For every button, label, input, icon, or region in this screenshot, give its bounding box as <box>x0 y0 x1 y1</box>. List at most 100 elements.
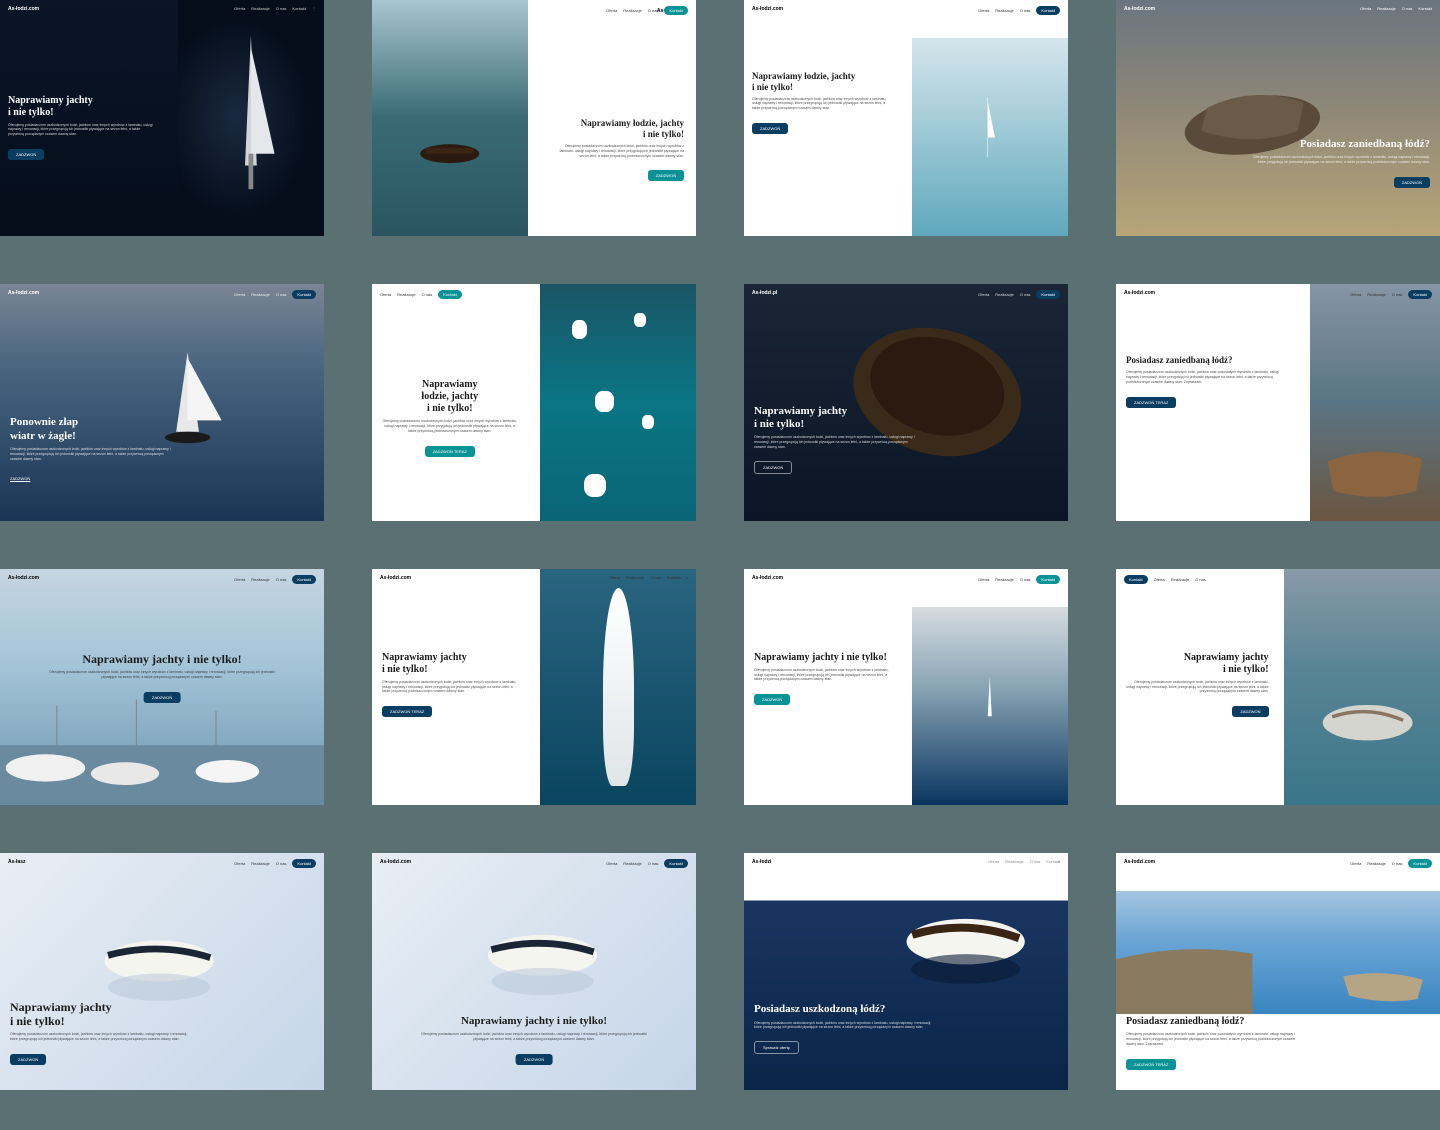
nav-link[interactable]: O nas <box>648 8 659 13</box>
cta-button[interactable]: ZADZWOŃ <box>648 170 684 181</box>
headline: Ponownie złap wiatr w żagle! <box>10 416 172 442</box>
nav-link[interactable]: O nas <box>1030 859 1041 864</box>
nav-link[interactable]: Realizacje <box>251 861 269 866</box>
cta-button[interactable]: ZADZWOŃ TERAZ <box>1126 397 1176 408</box>
nav-link[interactable]: Oferta <box>234 861 245 866</box>
cta-button[interactable]: ZADZWOŃ <box>754 461 792 474</box>
nav-link[interactable]: Realizacje <box>251 6 269 11</box>
nav-link[interactable]: Realizacje <box>397 292 415 297</box>
cta-button[interactable]: ZADZWOŃ <box>752 123 788 134</box>
nav-link[interactable]: Oferta <box>606 861 617 866</box>
logo: As-łodzi.com <box>1124 290 1155 296</box>
cta-nav-button[interactable]: Kontakt <box>292 575 316 584</box>
nav-link[interactable]: Oferta <box>234 292 245 297</box>
nav-link[interactable]: Realizacje <box>995 577 1013 582</box>
cta-button[interactable]: ZADZWOŃ <box>144 692 180 703</box>
mockup-card-7: As-łodzi.pl Oferta Realizacje O nas Kont… <box>744 284 1068 520</box>
body-text: Oferujemy posiadaczom uszkodzonych łodzi… <box>754 668 890 683</box>
nav-link[interactable]: O nas <box>276 292 287 297</box>
cta-button[interactable]: ZADZWOŃ <box>1232 706 1268 717</box>
nav-link[interactable]: Realizacje <box>251 577 269 582</box>
body-text: Oferujemy posiadaczom uszkodzonych łodzi… <box>382 680 518 695</box>
cta-button[interactable]: ZADZWOŃ <box>8 149 44 160</box>
nav-link[interactable]: O nas <box>648 861 659 866</box>
cta-button[interactable]: ZADZWOŃ <box>754 694 790 705</box>
nav-link[interactable]: O nas <box>650 575 661 580</box>
nav-link[interactable]: O nas <box>422 292 433 297</box>
nav-link[interactable]: Realizacje <box>1377 6 1395 11</box>
nav-link[interactable]: O nas <box>1195 577 1206 582</box>
headline: Naprawiamy łodzie, jachty i nie tylko! <box>554 118 684 140</box>
cta-nav-button[interactable]: Kontakt <box>292 859 316 868</box>
cta-nav-button[interactable]: Kontakt <box>1124 575 1148 584</box>
nav-link[interactable]: O nas <box>1392 292 1403 297</box>
nav-link[interactable]: Oferta <box>609 575 620 580</box>
menu-icon[interactable]: ⋮ <box>312 6 316 11</box>
logo: As-łodzi.com <box>752 6 783 12</box>
nav-link[interactable]: O nas <box>276 577 287 582</box>
cta-button[interactable]: ZADZWOŃ TERAZ <box>1126 1059 1176 1070</box>
cta-link[interactable]: ZADZWOŃ <box>10 476 30 481</box>
nav-link[interactable]: Realizacje <box>251 292 269 297</box>
mockup-card-6: Oferta Realizacje O nas Kontakt Naprawia… <box>372 284 696 520</box>
nav-link[interactable]: Kontakt <box>1046 859 1060 864</box>
top-nav: Oferta Realizacje O nas Kontakt <box>1350 290 1432 299</box>
cta-nav-button[interactable]: Kontakt <box>292 290 316 299</box>
hero-content: Naprawiamy jachty i nie tylko! Oferujemy… <box>49 652 276 704</box>
hero-content: Posiadasz zaniedbaną łódź? Oferujemy pos… <box>1252 138 1430 189</box>
nav-link[interactable]: Oferta <box>234 6 245 11</box>
nav-link[interactable]: Realizacje <box>995 292 1013 297</box>
nav-link[interactable]: Oferta <box>606 8 617 13</box>
nav-link[interactable]: Kontakt <box>292 6 306 11</box>
cta-nav-button[interactable]: Kontakt <box>664 6 688 15</box>
cta-nav-button[interactable]: Kontakt <box>438 290 462 299</box>
nav-link[interactable]: Kontakt <box>1418 6 1432 11</box>
nav-link[interactable]: O nas <box>1020 8 1031 13</box>
nav-link[interactable]: Realizacje <box>1367 292 1385 297</box>
cta-button[interactable]: Sprawdź ofertę <box>754 1041 799 1054</box>
top-nav: Oferta Realizacje O nas Kontakt <box>978 6 1060 15</box>
shipwreck-illustration <box>1116 0 1440 236</box>
nav-link[interactable]: Realizacje <box>995 8 1013 13</box>
nav-link[interactable]: O nas <box>276 6 287 11</box>
cta-nav-button[interactable]: Kontakt <box>664 859 688 868</box>
nav-link[interactable]: Oferta <box>978 292 989 297</box>
nav-link[interactable]: Oferta <box>1360 6 1371 11</box>
top-nav: Kontakt Oferta Realizacje O nas <box>1124 575 1206 584</box>
body-text: Oferujemy posiadaczom uszkodzonych łodzi… <box>1252 155 1430 165</box>
nav-link[interactable]: Oferta <box>988 859 999 864</box>
headline: Naprawiamy jachty i nie tylko! <box>1126 652 1269 676</box>
nav-link[interactable]: Realizacje <box>623 8 641 13</box>
mockup-card-9: As-łodzi.com Oferta Realizacje O nas Kon… <box>0 569 324 805</box>
cta-button[interactable]: ZADZWOŃ TERAZ <box>425 446 475 457</box>
cta-nav-button[interactable]: Kontakt <box>1036 290 1060 299</box>
nav-link[interactable]: Oferta <box>234 577 245 582</box>
nav-link[interactable]: Oferta <box>1350 861 1361 866</box>
mockup-card-15: As-łodzi ▪ Oferta Realizacje O nas Konta… <box>744 853 1068 1089</box>
nav-link[interactable]: Realizacje <box>1367 861 1385 866</box>
body-text: Oferujemy posiadaczom uszkodzonych łodzi… <box>554 144 684 159</box>
nav-link[interactable]: O nas <box>276 861 287 866</box>
nav-link[interactable]: O nas <box>1020 292 1031 297</box>
cta-button[interactable]: ZADZWOŃ <box>1394 177 1430 188</box>
cta-nav-button[interactable]: Kontakt <box>1036 6 1060 15</box>
cta-button[interactable]: ZADZWOŃ TERAZ <box>382 706 432 717</box>
nav-link[interactable]: Oferta <box>978 8 989 13</box>
nav-link[interactable]: O nas <box>1392 861 1403 866</box>
nav-link[interactable]: Realizacje <box>623 861 641 866</box>
cta-nav-button[interactable]: Kontakt <box>1408 859 1432 868</box>
nav-link[interactable]: O nas <box>1402 6 1413 11</box>
nav-link[interactable]: Oferta <box>978 577 989 582</box>
nav-link[interactable]: Oferta <box>380 292 391 297</box>
nav-link[interactable]: Realizacje <box>1005 859 1023 864</box>
cta-nav-button[interactable]: Kontakt <box>1408 290 1432 299</box>
nav-link[interactable]: Oferta <box>1154 577 1165 582</box>
nav-link[interactable]: Oferta <box>1350 292 1361 297</box>
cta-nav-button[interactable]: Kontakt <box>1036 575 1060 584</box>
nav-link[interactable]: O nas <box>1020 577 1031 582</box>
nav-link[interactable]: Realizacje <box>1171 577 1189 582</box>
nav-link[interactable]: Realizacje <box>626 575 644 580</box>
headline: Naprawiamy jachty i nie tylko! <box>754 405 916 431</box>
nav-link[interactable]: Kontakt <box>667 575 681 580</box>
facebook-icon[interactable]: ▪ <box>687 575 688 580</box>
